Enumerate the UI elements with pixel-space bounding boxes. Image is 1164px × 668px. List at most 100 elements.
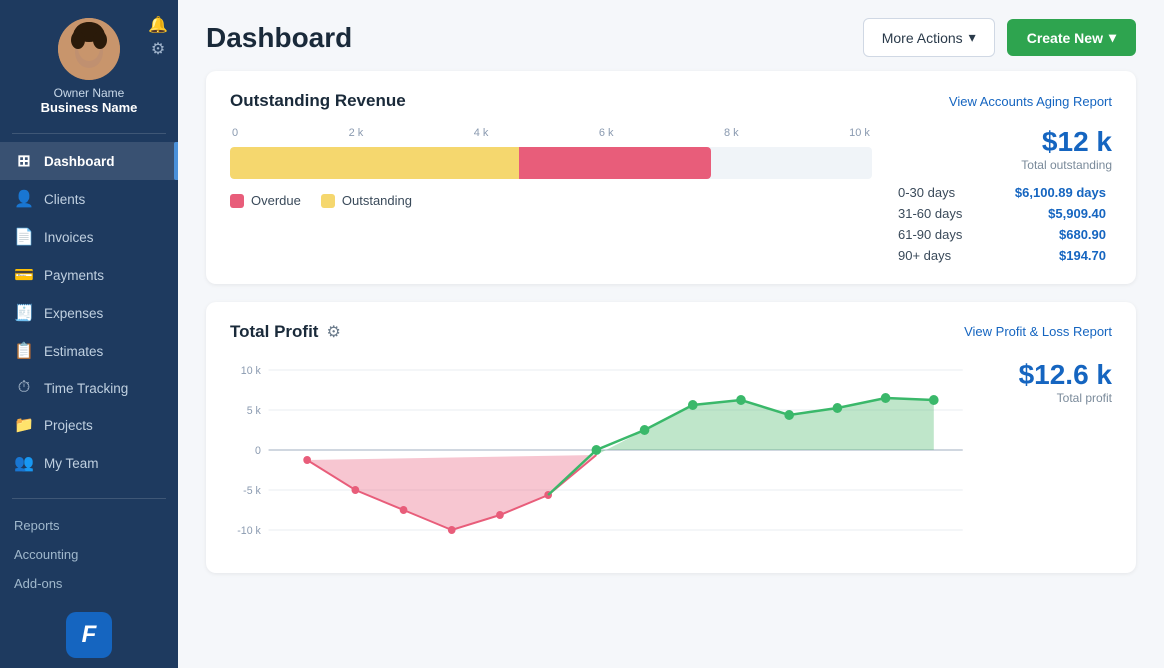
sidebar-item-label-dashboard: Dashboard bbox=[44, 154, 115, 169]
chevron-down-icon: ▾ bbox=[969, 29, 976, 46]
sidebar-item-payments[interactable]: 💳Payments bbox=[0, 256, 178, 294]
create-new-button[interactable]: Create New ▾ bbox=[1007, 19, 1136, 56]
aging-amount: $5,909.40 bbox=[986, 203, 1112, 224]
more-actions-label: More Actions bbox=[882, 30, 963, 46]
aging-table: 0-30 days$6,100.89 days31-60 days$5,909.… bbox=[892, 182, 1112, 266]
sidebar-item-my-team[interactable]: 👥 My Team bbox=[0, 444, 178, 482]
total-profit-card: Total Profit ⚙ View Profit & Loss Report bbox=[206, 302, 1136, 573]
aging-amount: $6,100.89 days bbox=[986, 182, 1112, 203]
expenses-nav-icon: 🧾 bbox=[14, 303, 34, 323]
sidebar-item-invoices[interactable]: 📄Invoices bbox=[0, 218, 178, 256]
sidebar-item-label-clients: Clients bbox=[44, 192, 85, 207]
sidebar-bottom-add-ons[interactable]: Add-ons bbox=[0, 569, 178, 598]
sidebar-divider bbox=[12, 133, 166, 134]
estimates-nav-icon: 📋 bbox=[14, 341, 34, 361]
notifications-icon[interactable]: 🔔 bbox=[148, 18, 168, 34]
legend-outstanding-dot bbox=[321, 194, 335, 208]
legend-overdue-dot bbox=[230, 194, 244, 208]
profit-chart-svg: 10 k 5 k 0 -5 k -10 k bbox=[230, 350, 982, 550]
view-accounts-aging-link[interactable]: View Accounts Aging Report bbox=[949, 94, 1112, 109]
aging-amount: $194.70 bbox=[986, 245, 1112, 266]
my-team-nav-icon: 👥 bbox=[14, 453, 34, 473]
sidebar-bottom-accounting[interactable]: Accounting bbox=[0, 540, 178, 569]
view-profit-loss-link[interactable]: View Profit & Loss Report bbox=[964, 324, 1112, 339]
aging-amount: $680.90 bbox=[986, 224, 1112, 245]
aging-row: 61-90 days$680.90 bbox=[892, 224, 1112, 245]
sidebar-item-label-time-tracking: Time Tracking bbox=[44, 381, 128, 396]
legend-overdue: Overdue bbox=[230, 193, 301, 208]
sidebar-item-estimates[interactable]: 📋 Estimates bbox=[0, 332, 178, 370]
total-profit-amount: $12.6 k bbox=[1019, 360, 1112, 391]
sidebar-profile: 🔔 ⚙ Owner Name Business Name bbox=[0, 0, 178, 129]
avatar-image bbox=[58, 18, 120, 80]
legend-outstanding: Outstanding bbox=[321, 193, 412, 208]
aging-period: 90+ days bbox=[892, 245, 986, 266]
bar-overdue bbox=[519, 147, 712, 179]
bar-outstanding bbox=[230, 147, 519, 179]
bar-axis: 0 2 k 4 k 6 k 8 k 10 k bbox=[230, 127, 872, 139]
settings-icon[interactable]: ⚙ bbox=[151, 42, 165, 58]
axis-10k: 10 k bbox=[849, 127, 870, 139]
svg-text:5 k: 5 k bbox=[247, 405, 262, 417]
aging-row: 31-60 days$5,909.40 bbox=[892, 203, 1112, 224]
outstanding-revenue-title: Outstanding Revenue bbox=[230, 91, 406, 111]
bar-legend: Overdue Outstanding bbox=[230, 193, 872, 208]
axis-0: 0 bbox=[232, 127, 238, 139]
more-actions-button[interactable]: More Actions ▾ bbox=[863, 18, 995, 57]
bar-track bbox=[230, 147, 872, 179]
total-profit-header: Total Profit ⚙ View Profit & Loss Report bbox=[230, 322, 1112, 342]
sidebar: 🔔 ⚙ Owner Name Business Name ⊞ Dashboard 👤… bbox=[0, 0, 178, 668]
sidebar-item-label-expenses: Expenses bbox=[44, 306, 103, 321]
bar-chart-left: 0 2 k 4 k 6 k 8 k 10 k Overd bbox=[230, 127, 872, 266]
sidebar-item-expenses[interactable]: 🧾 Expenses bbox=[0, 294, 178, 332]
svg-text:0: 0 bbox=[255, 445, 261, 457]
avatar bbox=[58, 18, 120, 80]
bar-chart-right: $12 k Total outstanding 0-30 days$6,100.… bbox=[892, 127, 1112, 266]
filter-icon[interactable]: ⚙ bbox=[326, 322, 340, 342]
time-tracking-nav-icon: ⏱ bbox=[14, 379, 34, 397]
sidebar-nav: ⊞ Dashboard 👤 Clients 📄Invoices💳Payments 🧾 Exp… bbox=[0, 138, 178, 494]
line-chart-svg-wrap: 10 k 5 k 0 -5 k -10 k bbox=[230, 350, 982, 555]
dashboard-nav-icon: ⊞ bbox=[14, 151, 34, 171]
outstanding-revenue-card: Outstanding Revenue View Accounts Aging … bbox=[206, 71, 1136, 284]
sidebar-item-label-estimates: Estimates bbox=[44, 344, 103, 359]
sidebar-item-clients[interactable]: 👤 Clients bbox=[0, 180, 178, 218]
sidebar-bottom-reports[interactable]: Reports bbox=[0, 511, 178, 540]
page-title: Dashboard bbox=[206, 22, 352, 54]
sidebar-item-label-invoices: Invoices bbox=[44, 230, 94, 245]
total-profit-title: Total Profit bbox=[230, 322, 318, 342]
sidebar-item-projects[interactable]: 📁 Projects bbox=[0, 406, 178, 444]
business-name: Business Name bbox=[41, 100, 138, 115]
legend-overdue-label: Overdue bbox=[251, 193, 301, 208]
axis-4k: 4 k bbox=[474, 127, 489, 139]
legend-outstanding-label: Outstanding bbox=[342, 193, 412, 208]
clients-nav-icon: 👤 bbox=[14, 189, 34, 209]
owner-name: Owner Name bbox=[54, 86, 125, 100]
svg-text:10 k: 10 k bbox=[241, 365, 262, 377]
svg-text:-10 k: -10 k bbox=[237, 525, 261, 537]
chevron-down-icon-create: ▾ bbox=[1109, 29, 1116, 46]
logo-icon: F bbox=[66, 612, 112, 658]
aging-period: 61-90 days bbox=[892, 224, 986, 245]
content-area: Outstanding Revenue View Accounts Aging … bbox=[178, 71, 1164, 593]
main-content: Dashboard More Actions ▾ Create New ▾ Ou… bbox=[178, 0, 1164, 668]
sidebar-item-time-tracking[interactable]: ⏱ Time Tracking bbox=[0, 370, 178, 406]
sidebar-item-label-projects: Projects bbox=[44, 418, 93, 433]
sidebar-item-dashboard[interactable]: ⊞ Dashboard bbox=[0, 142, 178, 180]
aging-row: 90+ days$194.70 bbox=[892, 245, 1112, 266]
outstanding-revenue-header: Outstanding Revenue View Accounts Aging … bbox=[230, 91, 1112, 111]
aging-row: 0-30 days$6,100.89 days bbox=[892, 182, 1112, 203]
line-chart-container: 10 k 5 k 0 -5 k -10 k bbox=[230, 350, 1112, 555]
bar-chart-area: 0 2 k 4 k 6 k 8 k 10 k Overd bbox=[230, 127, 1112, 266]
sidebar-item-label-payments: Payments bbox=[44, 268, 104, 283]
profit-title-row: Total Profit ⚙ bbox=[230, 322, 341, 342]
topbar-actions: More Actions ▾ Create New ▾ bbox=[863, 18, 1136, 57]
sidebar-item-label-my-team: My Team bbox=[44, 456, 99, 471]
total-outstanding-amount: $12 k bbox=[1042, 127, 1112, 158]
projects-nav-icon: 📁 bbox=[14, 415, 34, 435]
topbar: Dashboard More Actions ▾ Create New ▾ bbox=[178, 0, 1164, 71]
nav-active-bar bbox=[174, 142, 178, 180]
axis-8k: 8 k bbox=[724, 127, 739, 139]
total-outstanding-label: Total outstanding bbox=[1021, 158, 1112, 172]
line-chart-right: $12.6 k Total profit bbox=[992, 350, 1112, 555]
